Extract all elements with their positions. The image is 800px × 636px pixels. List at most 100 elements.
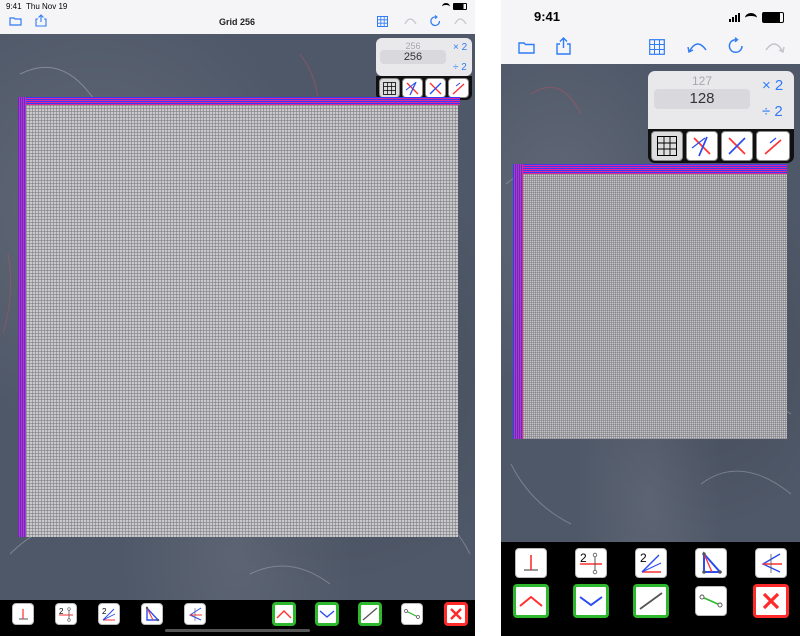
ipad-tool-bar: 2 2: [0, 600, 475, 636]
redo-icon[interactable]: [763, 40, 785, 54]
multiply-button[interactable]: × 2: [762, 77, 783, 94]
iphone-navigation-bar: 9:41: [501, 0, 800, 64]
wifi-icon: [442, 3, 450, 10]
valley-line-icon: [579, 596, 603, 607]
share-icon[interactable]: [554, 36, 572, 56]
peak-line-icon: [519, 595, 543, 607]
iphone-screen: 9:41 127 128 × 2 ÷ 2 2 2: [501, 0, 800, 636]
divide-segment-tool[interactable]: 2: [575, 548, 607, 578]
reflect-icon: [761, 553, 782, 573]
ipad-screen: 9:41 Thu Nov 19 Grid 256 256 256 × 2 ÷ 2…: [0, 0, 475, 636]
grid-canvas[interactable]: [523, 174, 787, 439]
single-line-icon: [764, 137, 782, 155]
crossing-lines-icon: [405, 81, 419, 95]
reflect-tool[interactable]: [184, 603, 206, 625]
multiply-button[interactable]: × 2: [453, 42, 467, 53]
perpendicular-tool[interactable]: [515, 548, 547, 578]
angle-bisector-icon: 2: [102, 607, 116, 621]
divide-button[interactable]: ÷ 2: [762, 103, 783, 120]
share-icon[interactable]: [34, 13, 48, 27]
folder-icon[interactable]: [517, 39, 535, 55]
grid-size-value: 128: [654, 89, 750, 109]
line-mode-button[interactable]: [448, 78, 469, 98]
tangent-mode-button[interactable]: [402, 78, 423, 98]
valley-toggle[interactable]: [315, 602, 339, 626]
undo-icon[interactable]: [686, 40, 708, 54]
grid-icon[interactable]: [648, 38, 665, 55]
perpendicular-icon: [19, 609, 28, 620]
line-mode-button[interactable]: [756, 131, 790, 161]
refresh-icon[interactable]: [727, 36, 745, 55]
valley-toggle[interactable]: [573, 584, 609, 618]
grid-mode-button[interactable]: [379, 78, 400, 98]
status-time: 9:41: [534, 9, 561, 24]
folder-icon[interactable]: [8, 15, 22, 27]
svg-text:2: 2: [580, 551, 587, 565]
delete-toggle[interactable]: [753, 584, 789, 618]
segment-tool[interactable]: [695, 586, 727, 616]
grid-size-panel: 127 128 × 2 ÷ 2: [648, 71, 794, 129]
angle-bisector-icon: 2: [640, 551, 662, 573]
status-icons: [442, 3, 467, 10]
triangle-tool[interactable]: [695, 548, 727, 578]
page-title: Grid 256: [218, 17, 256, 27]
triangle-tool[interactable]: [141, 603, 163, 625]
wifi-icon: [745, 12, 757, 23]
grid-icon[interactable]: [376, 15, 388, 27]
status-icons: [729, 12, 784, 23]
flat-toggle[interactable]: [633, 584, 669, 618]
reflect-tool[interactable]: [755, 548, 787, 578]
display-mode-panel: [648, 129, 794, 163]
close-icon: [450, 608, 462, 620]
grid-canvas[interactable]: [26, 105, 458, 537]
battery-icon: [762, 12, 784, 23]
home-indicator[interactable]: [165, 629, 310, 632]
grid-top-border: [513, 164, 787, 174]
grid-size-panel: 256 256 × 2 ÷ 2: [376, 38, 472, 76]
divide-segment-tool[interactable]: 2: [55, 603, 77, 625]
perpendicular-icon: [524, 555, 538, 571]
peak-toggle[interactable]: [272, 602, 296, 626]
previous-grid-size: 127: [691, 74, 713, 88]
undo-icon[interactable]: [403, 16, 417, 26]
valley-line-icon: [319, 610, 335, 618]
delete-toggle[interactable]: [444, 602, 468, 626]
battery-icon: [453, 3, 467, 10]
cross-mode-button[interactable]: [425, 78, 446, 98]
peak-toggle[interactable]: [513, 584, 549, 618]
refresh-icon[interactable]: [429, 14, 441, 27]
segment-tool[interactable]: [401, 603, 423, 625]
close-icon: [762, 592, 780, 610]
status-time: 9:41: [6, 2, 22, 11]
cross-lines-icon: [429, 82, 442, 94]
diagonal-line-icon: [639, 592, 663, 610]
cross-mode-button[interactable]: [721, 131, 753, 161]
status-date: Thu Nov 19: [26, 2, 68, 11]
single-line-icon: [452, 82, 465, 94]
segment-icon: [699, 594, 723, 608]
reflect-icon: [188, 607, 202, 621]
segment-icon: [404, 609, 420, 619]
peak-line-icon: [276, 610, 292, 619]
divide-segment-icon: 2: [59, 607, 73, 622]
iphone-tool-bar: 2 2: [501, 542, 800, 636]
svg-text:2: 2: [102, 607, 107, 616]
ipad-navigation-bar: 9:41 Thu Nov 19 Grid 256: [0, 0, 475, 34]
signal-icon: [729, 13, 740, 22]
angle-bisector-tool[interactable]: 2: [98, 603, 120, 625]
grid-top-border: [18, 97, 460, 105]
flat-toggle[interactable]: [358, 602, 382, 626]
cross-lines-icon: [728, 137, 746, 155]
diagonal-line-icon: [362, 607, 378, 621]
grid-left-border: [18, 97, 26, 537]
divide-button[interactable]: ÷ 2: [453, 62, 467, 73]
grid-mode-button[interactable]: [651, 131, 683, 161]
tangent-mode-button[interactable]: [686, 131, 718, 161]
redo-icon[interactable]: [453, 16, 467, 26]
angle-bisector-tool[interactable]: 2: [635, 548, 667, 578]
triangle-icon: [145, 606, 160, 622]
crossing-lines-icon: [691, 136, 711, 157]
grid-size-value: 256: [380, 50, 446, 64]
perpendicular-tool[interactable]: [12, 603, 34, 625]
grid-left-border: [513, 164, 523, 439]
